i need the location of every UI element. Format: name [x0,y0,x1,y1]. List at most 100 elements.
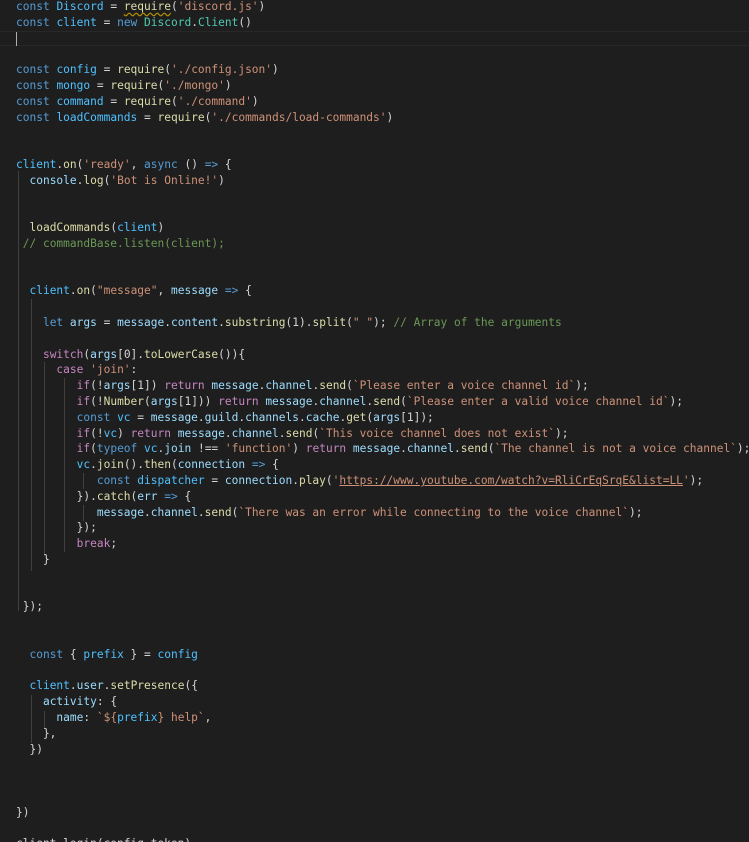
code-token: { [265,458,279,472]
code-token: substring [224,316,286,329]
code-line: const mongo = require('./mongo') [16,78,749,94]
code-token: ); [629,505,643,519]
code-token: command [56,94,104,108]
code-token: then [144,458,171,472]
code-line: const dispatcher = connection.play('http… [16,473,749,489]
code-token: `There was an error while connecting to … [238,505,629,519]
code-token: ( [346,316,353,329]
code-line: }); [16,599,749,615]
code-token: const [29,647,64,661]
code-token: if [76,426,91,440]
code-token: }); [16,600,43,614]
code-token: args [103,379,131,393]
code-token: on [63,158,77,171]
code-token: join [164,442,192,456]
code-token: client [29,284,70,298]
code-token: ) [218,173,225,187]
code-line: const config = require('./config.json') [16,62,749,78]
code-token: require [110,79,158,92]
code-token: channels [245,410,299,424]
code-token: if [76,379,91,393]
code-token: vc [103,426,118,440]
code-token: channel [406,442,454,456]
code-token: : [130,363,138,377]
code-token: vc [117,410,131,424]
code-token: `Please enter a valid voice channel id` [406,395,670,408]
code-token: typeof [96,442,138,456]
code-token: const [96,474,131,487]
code-token: (! [90,426,104,440]
code-token: if [76,442,91,456]
code-token: send [204,505,232,519]
code-token: setPresence [110,679,185,693]
code-token: toLowerCase [144,347,219,361]
code-token: }) [16,805,30,819]
code-token: . [69,284,77,298]
code-token: { [177,489,192,503]
code-line: }); [16,520,749,536]
code-token: message [211,379,259,393]
code-token: = [96,63,118,77]
code-line: vc.join().then(connection => { [16,457,749,473]
code-token: config [157,647,198,661]
code-line: const client = new Discord.Client() [16,15,749,31]
code-token: => [164,489,178,503]
code-token: join [96,458,124,472]
code-token: mongo [56,79,91,92]
code-token: ) [258,0,266,13]
code-token: loadCommands [56,110,138,124]
code-token: } = [123,647,158,661]
code-line: client.login(config.token) [16,836,749,842]
code-token: message [150,410,198,424]
code-token: => [204,158,219,171]
code-token: channel [319,395,367,408]
code-token: [1]) [130,379,165,393]
code-token: args [150,395,178,408]
code-token: require [123,0,171,13]
code-token: async [144,158,178,171]
code-token: const [16,63,50,77]
code-token: const [16,15,50,29]
code-token: = [103,94,124,108]
code-token: . [400,442,407,456]
code-token: = [90,79,111,92]
code-token: . [278,426,286,440]
code-token: . [69,679,77,693]
code-line: const command = require('./command') [16,94,749,110]
code-token: } [16,553,50,566]
code-token: , [204,711,212,724]
code-token: (). [123,458,145,472]
code-line: const Discord = require('discord.js') [16,0,749,15]
code-token: ); [575,379,589,393]
code-editor[interactable]: const Discord = require('discord.js') con… [0,0,749,842]
code-token: const [16,110,50,124]
code-token: }, [16,726,57,740]
code-token: . [143,505,151,519]
code-line: loadCommands(client) [16,220,749,236]
code-token: ( [144,395,151,408]
code-token: https://www.youtube.com/watch?v=RliCrEqS… [339,474,683,487]
code-token: const [16,79,50,92]
code-token: break [76,537,111,551]
code-token: require [123,94,171,108]
code-token: `Please enter a voice channel id` [352,379,576,393]
code-token: user [76,679,104,693]
